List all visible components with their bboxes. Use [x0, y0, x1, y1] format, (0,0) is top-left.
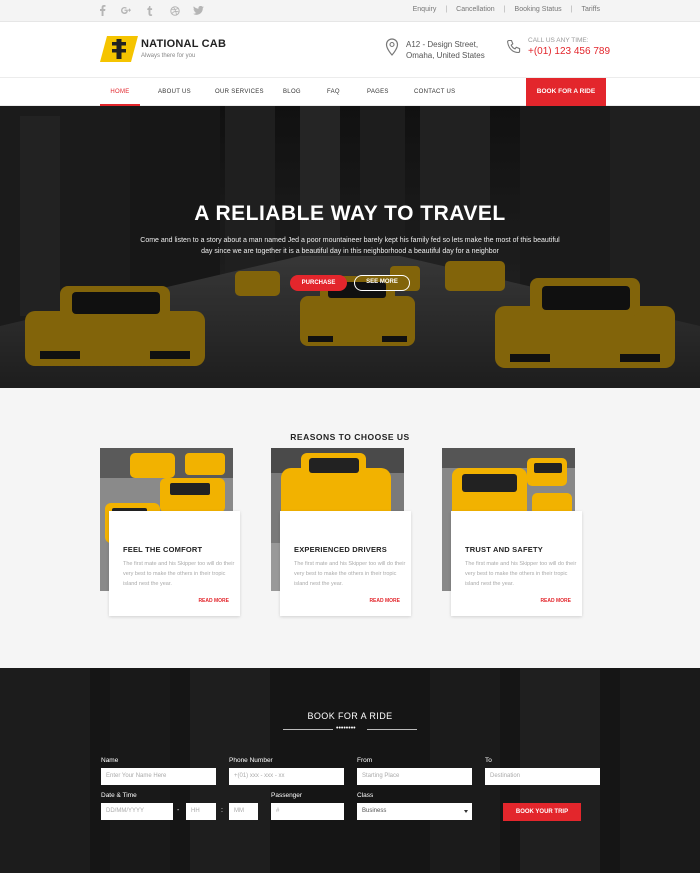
taxi-logo-icon[interactable] [100, 36, 138, 62]
reason-card-body: FEEL THE COMFORT The first mate and his … [109, 511, 240, 616]
phone-label: Phone Number [229, 757, 273, 764]
class-label: Class [357, 792, 374, 799]
top-link-enquiry[interactable]: Enquiry [413, 6, 437, 13]
reason-card-body: EXPERIENCED DRIVERS The first mate and h… [280, 511, 411, 616]
time-separator: : [221, 807, 223, 814]
booking-title: BOOK FOR A RIDE [307, 711, 393, 721]
see-more-button[interactable]: SEE MORE [354, 275, 410, 291]
class-select-value: Business [362, 808, 387, 814]
nav-item-contact-us[interactable]: CONTACT US [414, 78, 455, 106]
booking-section: BOOK FOR A RIDE •••••••• Name Enter Your… [0, 668, 700, 873]
site-header: NATIONAL CAB Always there for you A12 - … [0, 22, 700, 77]
passenger-label: Passenger [271, 792, 303, 799]
purchase-button[interactable]: PURCHASE [290, 275, 347, 291]
reason-card-drivers: EXPERIENCED DRIVERS The first mate and h… [271, 448, 411, 618]
divider-line [367, 729, 417, 730]
twitter-icon[interactable] [193, 5, 204, 16]
call-us-label: CALL US ANY TIME: [528, 37, 589, 44]
phone-input[interactable]: +(01) xxx - xxx - xx [229, 768, 344, 785]
to-input[interactable]: Destination [485, 768, 600, 785]
hour-input[interactable]: HH [186, 803, 216, 820]
reason-card-text: The first mate and his Skipper too will … [123, 561, 235, 587]
hero-title: A RELIABLE WAY TO TRAVEL [194, 202, 506, 225]
hero-banner: A RELIABLE WAY TO TRAVEL Come and listen… [0, 106, 700, 388]
main-nav: HOME ABOUT US OUR SERVICES BLOG FAQ PAGE… [0, 77, 700, 106]
reason-card-safety: TRUST AND SAFETY The first mate and his … [442, 448, 582, 618]
reason-card-comfort: FEEL THE COMFORT The first mate and his … [100, 448, 240, 618]
nav-item-home[interactable]: HOME [100, 78, 140, 106]
from-input[interactable]: Starting Place [357, 768, 472, 785]
nav-item-faq[interactable]: FAQ [327, 78, 340, 106]
phone-icon [507, 39, 521, 54]
address: A12 - Design Street, Omaha, United State… [406, 39, 485, 61]
reason-card-text: The first mate and his Skipper too will … [465, 561, 577, 587]
tumblr-icon[interactable] [145, 5, 156, 16]
nav-item-pages[interactable]: PAGES [367, 78, 389, 106]
book-trip-button[interactable]: BOOK YOUR TRIP [503, 803, 581, 821]
to-label: To [485, 757, 492, 764]
top-links: Enquiry | Cancellation | Booking Status … [413, 6, 600, 13]
facebook-icon[interactable] [97, 5, 108, 16]
reason-card-title: EXPERIENCED DRIVERS [294, 545, 387, 554]
date-separator: - [177, 807, 180, 814]
read-more-link[interactable]: READ MORE [369, 598, 400, 604]
nav-item-our-services[interactable]: OUR SERVICES [215, 78, 264, 106]
brand-name[interactable]: NATIONAL CAB [141, 38, 226, 50]
reasons-title: REASONS TO CHOOSE US [290, 432, 410, 442]
book-ride-nav-button[interactable]: BOOK FOR A RIDE [526, 78, 606, 106]
dribbble-icon[interactable] [169, 5, 180, 16]
name-label: Name [101, 757, 119, 764]
top-link-cancellation[interactable]: Cancellation [456, 6, 495, 13]
hero-text: Come and listen to a story about a man n… [140, 237, 560, 255]
class-select[interactable]: Business [357, 803, 472, 820]
read-more-link[interactable]: READ MORE [198, 598, 229, 604]
top-link-tariffs[interactable]: Tariffs [581, 6, 600, 13]
top-bar: Enquiry | Cancellation | Booking Status … [0, 0, 700, 22]
phone-number[interactable]: +(01) 123 456 789 [528, 46, 610, 57]
chevron-down-icon [464, 810, 468, 813]
reason-card-body: TRUST AND SAFETY The first mate and his … [451, 511, 582, 616]
top-link-separator: | [570, 6, 573, 13]
social-links [97, 5, 204, 16]
divider-line [283, 729, 333, 730]
reason-card-title: TRUST AND SAFETY [465, 545, 543, 554]
map-pin-icon [385, 38, 399, 56]
top-link-separator: | [503, 6, 506, 13]
reason-card-text: The first mate and his Skipper too will … [294, 561, 406, 587]
google-plus-icon[interactable] [121, 5, 132, 16]
date-input[interactable]: DD/MM/YYYY [101, 803, 173, 820]
address-line-1: A12 - Design Street, [406, 40, 479, 49]
divider-dots: •••••••• [336, 725, 356, 732]
reasons-section: REASONS TO CHOOSE US FEEL THE COMFORT Th… [0, 388, 700, 668]
address-line-2: Omaha, United States [406, 51, 485, 60]
brand-tagline: Always there for you [141, 53, 196, 59]
read-more-link[interactable]: READ MORE [540, 598, 571, 604]
top-link-separator: | [445, 6, 448, 13]
minute-input[interactable]: MM [229, 803, 258, 820]
name-input[interactable]: Enter Your Name Here [101, 768, 216, 785]
from-label: From [357, 757, 373, 764]
reason-card-title: FEEL THE COMFORT [123, 545, 203, 554]
datetime-label: Date & Time [101, 792, 137, 799]
passenger-input[interactable]: # [271, 803, 344, 820]
nav-item-blog[interactable]: BLOG [283, 78, 301, 106]
nav-item-about-us[interactable]: ABOUT US [158, 78, 191, 106]
top-link-booking-status[interactable]: Booking Status [515, 6, 562, 13]
